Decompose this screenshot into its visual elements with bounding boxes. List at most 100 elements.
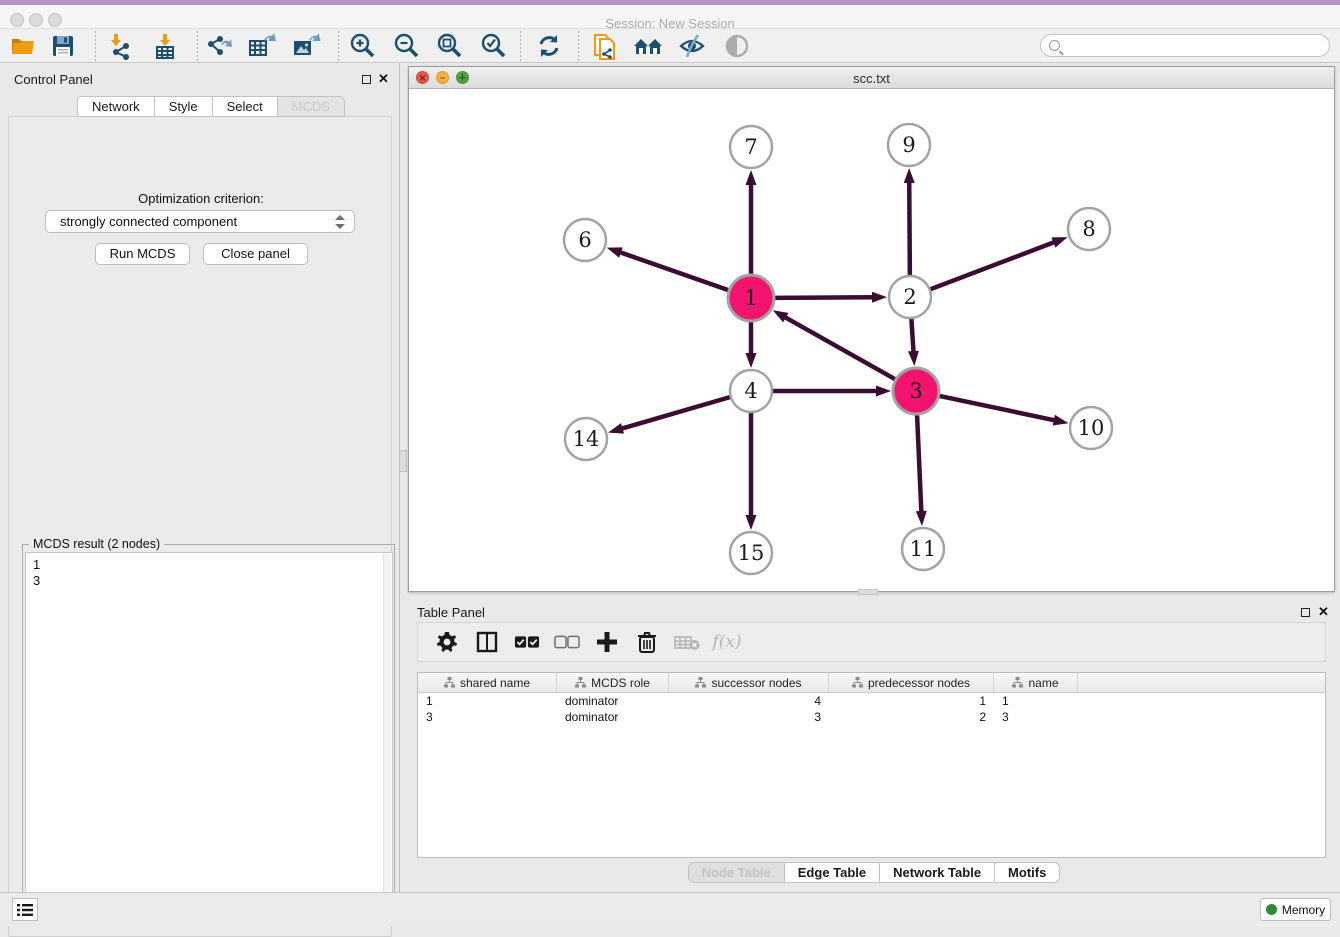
graph-node-label: 7 bbox=[744, 135, 757, 159]
open-folder-icon bbox=[10, 34, 36, 58]
table-tabs: Node Table Edge Table Network Table Moti… bbox=[408, 862, 1340, 888]
table-cell[interactable]: 3 bbox=[669, 709, 829, 725]
criterion-dropdown[interactable]: strongly connected component bbox=[45, 210, 355, 233]
criterion-value: strongly connected component bbox=[60, 214, 237, 229]
function-builder-button-disabled: f(x) bbox=[714, 629, 740, 655]
delete-columns-button[interactable] bbox=[634, 629, 660, 655]
table-row[interactable]: 1dominator411 bbox=[418, 693, 1325, 709]
show-columns-button[interactable] bbox=[474, 629, 500, 655]
graph-edge-2-9[interactable] bbox=[909, 181, 910, 275]
graph-edge-1-6[interactable] bbox=[619, 252, 728, 290]
graph-node-label: 3 bbox=[909, 379, 922, 403]
graph-edge-1-2[interactable] bbox=[775, 297, 874, 298]
result-scrollbar[interactable] bbox=[383, 554, 391, 923]
float-table-panel-icon[interactable] bbox=[1301, 608, 1310, 617]
close-table-panel-icon[interactable]: ✕ bbox=[1318, 604, 1329, 620]
graph-edge-2-3[interactable] bbox=[911, 319, 913, 353]
plus-icon bbox=[596, 631, 618, 653]
copy-style-icon bbox=[591, 31, 619, 61]
export-table-button[interactable] bbox=[245, 32, 279, 60]
refresh-layout-button[interactable] bbox=[532, 32, 566, 60]
gear-icon bbox=[436, 631, 458, 653]
table-cell[interactable]: 3 bbox=[994, 709, 1078, 725]
select-all-columns-button[interactable] bbox=[514, 629, 540, 655]
tab-network[interactable]: Network bbox=[77, 96, 154, 117]
close-panel-icon[interactable]: ✕ bbox=[378, 71, 389, 87]
unselect-all-columns-button[interactable] bbox=[554, 629, 580, 655]
import-network-button[interactable] bbox=[103, 32, 137, 60]
tab-edge-table[interactable]: Edge Table bbox=[784, 862, 879, 883]
run-mcds-button[interactable]: Run MCDS bbox=[95, 243, 190, 265]
table-cell[interactable]: dominator bbox=[557, 709, 669, 725]
show-all-button[interactable] bbox=[720, 32, 754, 60]
zoom-out-button[interactable] bbox=[389, 32, 423, 60]
arrowhead-icon bbox=[908, 351, 919, 366]
houses-icon bbox=[632, 34, 664, 58]
copy-style-button[interactable] bbox=[588, 32, 622, 60]
graph-node-label: 1 bbox=[744, 286, 757, 310]
export-network-button[interactable] bbox=[201, 32, 235, 60]
table-cell[interactable]: dominator bbox=[557, 693, 669, 709]
import-table-button[interactable] bbox=[148, 32, 182, 60]
eye-slash-icon bbox=[678, 33, 706, 59]
table-options-button[interactable] bbox=[434, 629, 460, 655]
mcds-result-groupbox: MCDS result (2 nodes) 1 3 bbox=[22, 544, 395, 925]
table-cell[interactable]: 3 bbox=[418, 709, 557, 725]
horizontal-splitter-grip[interactable] bbox=[858, 589, 878, 595]
checked-boxes-icon bbox=[514, 635, 540, 649]
table-cell[interactable]: 2 bbox=[829, 709, 994, 725]
hide-selected-button[interactable] bbox=[675, 32, 709, 60]
search-input[interactable] bbox=[1065, 37, 1329, 55]
export-table-icon bbox=[247, 32, 277, 60]
open-file-button[interactable] bbox=[6, 32, 40, 60]
column-header[interactable]: predecessor nodes bbox=[829, 673, 994, 692]
tab-node-table[interactable]: Node Table bbox=[688, 862, 784, 883]
network-window-titlebar[interactable]: ✕ − ＋ scc.txt bbox=[409, 67, 1334, 89]
tab-style[interactable]: Style bbox=[154, 96, 212, 117]
column-header[interactable]: shared name bbox=[418, 673, 557, 692]
column-header[interactable]: successor nodes bbox=[669, 673, 829, 692]
network-canvas[interactable]: 7968124314101511 bbox=[409, 89, 1334, 591]
close-panel-button[interactable]: Close panel bbox=[203, 243, 308, 265]
column-header[interactable]: MCDS role bbox=[557, 673, 669, 692]
graph-edge-2-8[interactable] bbox=[931, 242, 1056, 289]
tab-network-table[interactable]: Network Table bbox=[879, 862, 994, 883]
export-image-button[interactable] bbox=[289, 32, 323, 60]
tab-motifs[interactable]: Motifs bbox=[994, 862, 1060, 883]
column-header[interactable]: name bbox=[994, 673, 1078, 692]
zoom-fit-button[interactable] bbox=[432, 32, 466, 60]
save-icon bbox=[51, 34, 75, 58]
graph-edge-3-1[interactable] bbox=[784, 317, 895, 380]
zoom-selected-icon bbox=[479, 32, 507, 60]
graph-edge-3-11[interactable] bbox=[917, 415, 921, 513]
create-column-button[interactable] bbox=[594, 629, 620, 655]
table-panel-title: Table Panel bbox=[417, 605, 485, 620]
refresh-icon bbox=[536, 33, 562, 59]
graph-edge-3-10[interactable] bbox=[939, 396, 1055, 421]
table-cell[interactable]: 1 bbox=[829, 693, 994, 709]
graph-node-label: 9 bbox=[902, 133, 915, 157]
graph-node-label: 15 bbox=[738, 541, 765, 565]
graph-node-label: 8 bbox=[1082, 217, 1095, 241]
table-toolbar: f(x) bbox=[417, 622, 1326, 662]
mcds-result-list[interactable]: 1 3 bbox=[25, 552, 393, 923]
float-panel-icon[interactable] bbox=[362, 75, 371, 84]
first-neighbors-button[interactable] bbox=[631, 32, 665, 60]
table-cell[interactable]: 1 bbox=[994, 693, 1078, 709]
memory-button[interactable]: Memory bbox=[1260, 898, 1331, 921]
task-history-button[interactable] bbox=[12, 898, 38, 921]
control-panel: Control Panel ✕ Network Style Select MCD… bbox=[0, 63, 400, 892]
zoom-selected-button[interactable] bbox=[476, 32, 510, 60]
save-session-button[interactable] bbox=[46, 32, 80, 60]
zoom-in-button[interactable] bbox=[345, 32, 379, 60]
column-type-icon bbox=[444, 677, 455, 688]
table-cell[interactable]: 4 bbox=[669, 693, 829, 709]
tab-select[interactable]: Select bbox=[212, 96, 277, 117]
tab-mcds[interactable]: MCDS bbox=[277, 96, 345, 117]
arrowhead-icon bbox=[876, 386, 891, 397]
vertical-splitter-grip[interactable] bbox=[399, 450, 407, 472]
graph-edge-4-14[interactable] bbox=[621, 397, 730, 429]
table-cell[interactable]: 1 bbox=[418, 693, 557, 709]
arrowhead-icon bbox=[916, 511, 927, 526]
table-row[interactable]: 3dominator323 bbox=[418, 709, 1325, 725]
